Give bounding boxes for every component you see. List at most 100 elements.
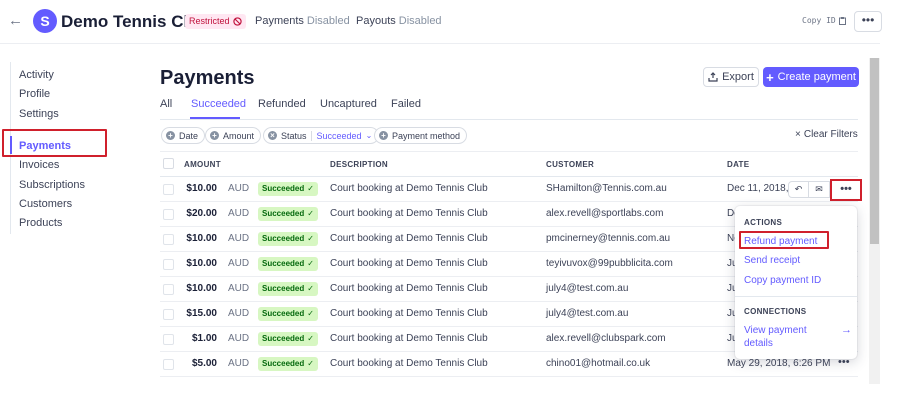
filter-amount[interactable]: + Amount — [205, 127, 262, 144]
column-header-description[interactable]: DESCRIPTION — [330, 160, 388, 169]
tab-succeeded[interactable]: Succeeded — [191, 97, 246, 111]
back-arrow-icon[interactable]: ← — [8, 11, 24, 31]
filter-amount-label: Amount — [223, 130, 255, 141]
row-checkbox[interactable] — [163, 234, 174, 245]
column-header-date[interactable]: DATE — [727, 160, 749, 169]
row-amount: $5.00 — [191, 358, 217, 369]
row-currency: AUD — [228, 358, 250, 369]
row-description: Court booking at Demo Tennis Club — [330, 308, 488, 319]
filter-status[interactable]: × Status Succeeded ⌄ — [263, 127, 380, 144]
sidebar-item-activity[interactable]: Activity — [19, 68, 54, 82]
row-customer: july4@test.com.au — [546, 308, 629, 319]
add-filter-icon: + — [166, 131, 175, 140]
filter-payment-method-label: Payment method — [392, 130, 461, 141]
menu-item-send-receipt[interactable]: Send receipt — [744, 254, 800, 267]
view-payment-details-line2: details — [744, 338, 773, 349]
row-checkbox[interactable] — [163, 209, 174, 220]
status-badge: Succeeded ✓ — [258, 357, 318, 371]
row-customer: pmcinerney@tennis.com.au — [546, 233, 671, 244]
status-label: Succeeded — [262, 234, 305, 243]
row-amount: $15.00 — [186, 308, 217, 319]
create-payment-button[interactable]: + Create payment — [763, 67, 859, 87]
payments-capability-status: Disabled — [306, 15, 350, 27]
status-badge: Succeeded ✓ — [258, 232, 318, 246]
status-label: Succeeded — [262, 284, 305, 293]
column-header-amount[interactable]: AMOUNT — [184, 160, 221, 169]
header-more-button[interactable]: ••• — [854, 11, 882, 32]
row-checkbox[interactable] — [163, 334, 174, 345]
column-header-customer[interactable]: CUSTOMER — [546, 160, 594, 169]
row-description: Court booking at Demo Tennis Club — [330, 183, 488, 194]
clear-filters-button[interactable]: × Clear Filters — [795, 129, 858, 140]
row-currency: AUD — [228, 233, 250, 244]
export-button[interactable]: Export — [703, 67, 759, 87]
tab-all[interactable]: All — [160, 97, 172, 111]
scrollbar-thumb[interactable] — [870, 58, 879, 244]
menu-divider — [735, 296, 857, 297]
filters-divider — [160, 151, 858, 152]
row-more-button[interactable]: ••• — [830, 179, 862, 201]
menu-section-actions: ACTIONS — [744, 218, 783, 227]
status-badge: Succeeded ✓ — [258, 332, 318, 346]
payments-capability: Payments Disabled — [255, 14, 350, 29]
status-label: Succeeded — [262, 184, 305, 193]
select-all-checkbox[interactable] — [163, 158, 174, 169]
sidebar-item-invoices[interactable]: Invoices — [19, 158, 59, 172]
tab-failed[interactable]: Failed — [391, 97, 421, 111]
sidebar-item-customers[interactable]: Customers — [19, 197, 72, 211]
row-description: Court booking at Demo Tennis Club — [330, 358, 488, 369]
checkmark-icon: ✓ — [307, 184, 314, 193]
menu-item-view-payment-details[interactable]: View payment details — [744, 324, 807, 350]
row-customer: july4@test.com.au — [546, 283, 629, 294]
refund-icon[interactable]: ↶ — [788, 181, 809, 198]
top-divider — [0, 43, 880, 44]
status-label: Succeeded — [262, 359, 305, 368]
filter-status-value: Succeeded — [310, 130, 362, 141]
row-amount: $10.00 — [186, 183, 217, 194]
row-checkbox[interactable] — [163, 284, 174, 295]
status-badge: Succeeded ✓ — [258, 307, 318, 321]
copy-id-button[interactable]: Copy ID — [802, 16, 846, 25]
status-label: Succeeded — [262, 209, 305, 218]
row-customer: chino01@hotmail.co.uk — [546, 358, 651, 369]
clear-filters-label: Clear Filters — [803, 129, 858, 140]
row-currency: AUD — [228, 283, 250, 294]
row-date: May 29, 2018, 6:26 PM — [727, 358, 831, 369]
add-filter-icon: + — [210, 131, 219, 140]
sidebar-item-products[interactable]: Products — [19, 216, 62, 230]
sidebar-item-settings[interactable]: Settings — [19, 107, 59, 121]
export-label: Export — [722, 71, 754, 83]
row-currency: AUD — [228, 208, 250, 219]
email-icon[interactable]: ✉ — [809, 181, 830, 198]
export-icon — [708, 72, 718, 82]
restricted-label: Restricted — [189, 16, 230, 26]
create-payment-label: Create payment — [777, 71, 856, 83]
payments-capability-label: Payments — [255, 15, 304, 27]
row-checkbox[interactable] — [163, 359, 174, 370]
row-customer: SHamilton@Tennis.com.au — [546, 183, 667, 194]
menu-section-connections: CONNECTIONS — [744, 307, 807, 316]
plus-icon: + — [766, 69, 774, 85]
menu-item-copy-payment-id[interactable]: Copy payment ID — [744, 274, 821, 287]
filter-payment-method[interactable]: + Payment method — [374, 127, 468, 144]
filter-date-label: Date — [179, 130, 199, 141]
filter-date[interactable]: + Date — [161, 127, 206, 144]
row-checkbox[interactable] — [163, 309, 174, 320]
row-checkbox[interactable] — [163, 184, 174, 195]
tab-uncaptured[interactable]: Uncaptured — [320, 97, 377, 111]
row-checkbox[interactable] — [163, 259, 174, 270]
tab-refunded[interactable]: Refunded — [258, 97, 306, 111]
arrow-right-icon: → — [841, 324, 852, 336]
status-label: Succeeded — [262, 259, 305, 268]
sidebar-item-subscriptions[interactable]: Subscriptions — [19, 178, 85, 192]
table-row[interactable]: $10.00 AUD Succeeded ✓ Court booking at Demo… — [160, 177, 858, 202]
sidebar-item-profile[interactable]: Profile — [19, 87, 50, 101]
copy-id-label: Copy ID — [802, 16, 836, 25]
status-badge: Succeeded ✓ — [258, 257, 318, 271]
prohibited-icon — [232, 17, 242, 26]
restricted-badge[interactable]: Restricted — [185, 14, 246, 29]
row-actions-menu: ACTIONS Refund payment Send receipt Copy… — [735, 206, 857, 359]
status-badge: Succeeded ✓ — [258, 207, 318, 221]
close-icon: × — [795, 129, 801, 140]
clipboard-icon — [838, 16, 846, 25]
